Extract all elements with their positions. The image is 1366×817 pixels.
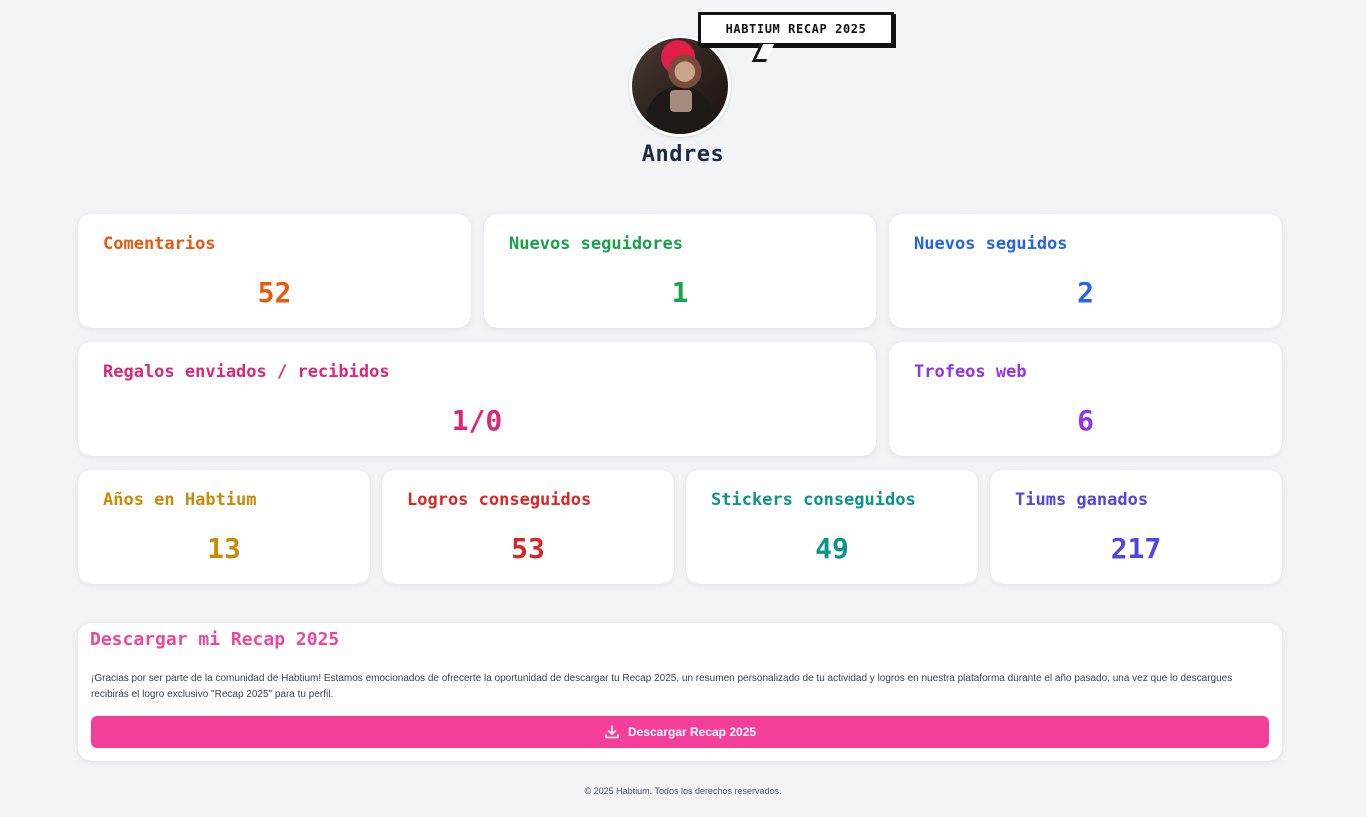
stat-label: Nuevos seguidores [509, 234, 683, 254]
download-icon [604, 724, 620, 740]
avatar-frame [629, 35, 731, 137]
stat-value: 13 [207, 532, 241, 565]
stat-label: Stickers conseguidos [711, 490, 916, 510]
stat-card-stickers: Stickers conseguidos 49 [686, 470, 978, 584]
speech-bubble-tail [751, 44, 775, 62]
avatar [632, 38, 728, 134]
stat-card-nuevos-seguidores: Nuevos seguidores 1 [484, 214, 876, 328]
username: Andres [641, 142, 725, 167]
stat-label: Logros conseguidos [407, 490, 592, 510]
stat-value: 2 [1077, 276, 1094, 309]
stat-value: 1 [671, 276, 689, 309]
footer-copyright: © 2025 Habtium. Todos los derechos reser… [584, 786, 782, 796]
stat-card-anos: Años en Habtium 13 [78, 470, 370, 584]
stat-card-regalos: Regalos enviados / recibidos 1/0 [78, 342, 876, 456]
stat-label: Nuevos seguidos [914, 234, 1068, 254]
stat-card-tiums: Tiums ganados 217 [990, 470, 1282, 584]
stat-value: 6 [1077, 404, 1094, 437]
stat-card-nuevos-seguidos: Nuevos seguidos 2 [889, 214, 1282, 328]
download-recap-button[interactable]: Descargar Recap 2025 [91, 716, 1269, 748]
stat-label: Trofeos web [914, 362, 1027, 382]
download-button-label: Descargar Recap 2025 [627, 725, 757, 739]
stat-label: Tiums ganados [1015, 490, 1149, 510]
profile-header: HABTIUM RECAP 2025 Andres [0, 0, 1366, 190]
stat-value: 217 [1110, 532, 1162, 565]
download-card: Descargar mi Recap 2025 ¡Gracias por ser… [78, 623, 1282, 761]
stat-value: 53 [511, 532, 545, 565]
stat-value: 52 [257, 276, 292, 309]
stat-card-comentarios: Comentarios 52 [78, 214, 471, 328]
stat-label: Comentarios [103, 234, 216, 254]
stat-value: 1/0 [451, 404, 503, 437]
stat-value: 49 [815, 532, 849, 565]
stat-card-logros: Logros conseguidos 53 [382, 470, 674, 584]
stat-card-trofeos: Trofeos web 6 [889, 342, 1282, 456]
stat-label: Regalos enviados / recibidos [103, 362, 390, 382]
download-description: ¡Gracias por ser parte de la comunidad d… [91, 673, 1233, 700]
speech-bubble: HABTIUM RECAP 2025 [698, 12, 894, 46]
download-title: Descargar mi Recap 2025 [90, 629, 340, 650]
stat-label: Años en Habtium [103, 490, 257, 510]
